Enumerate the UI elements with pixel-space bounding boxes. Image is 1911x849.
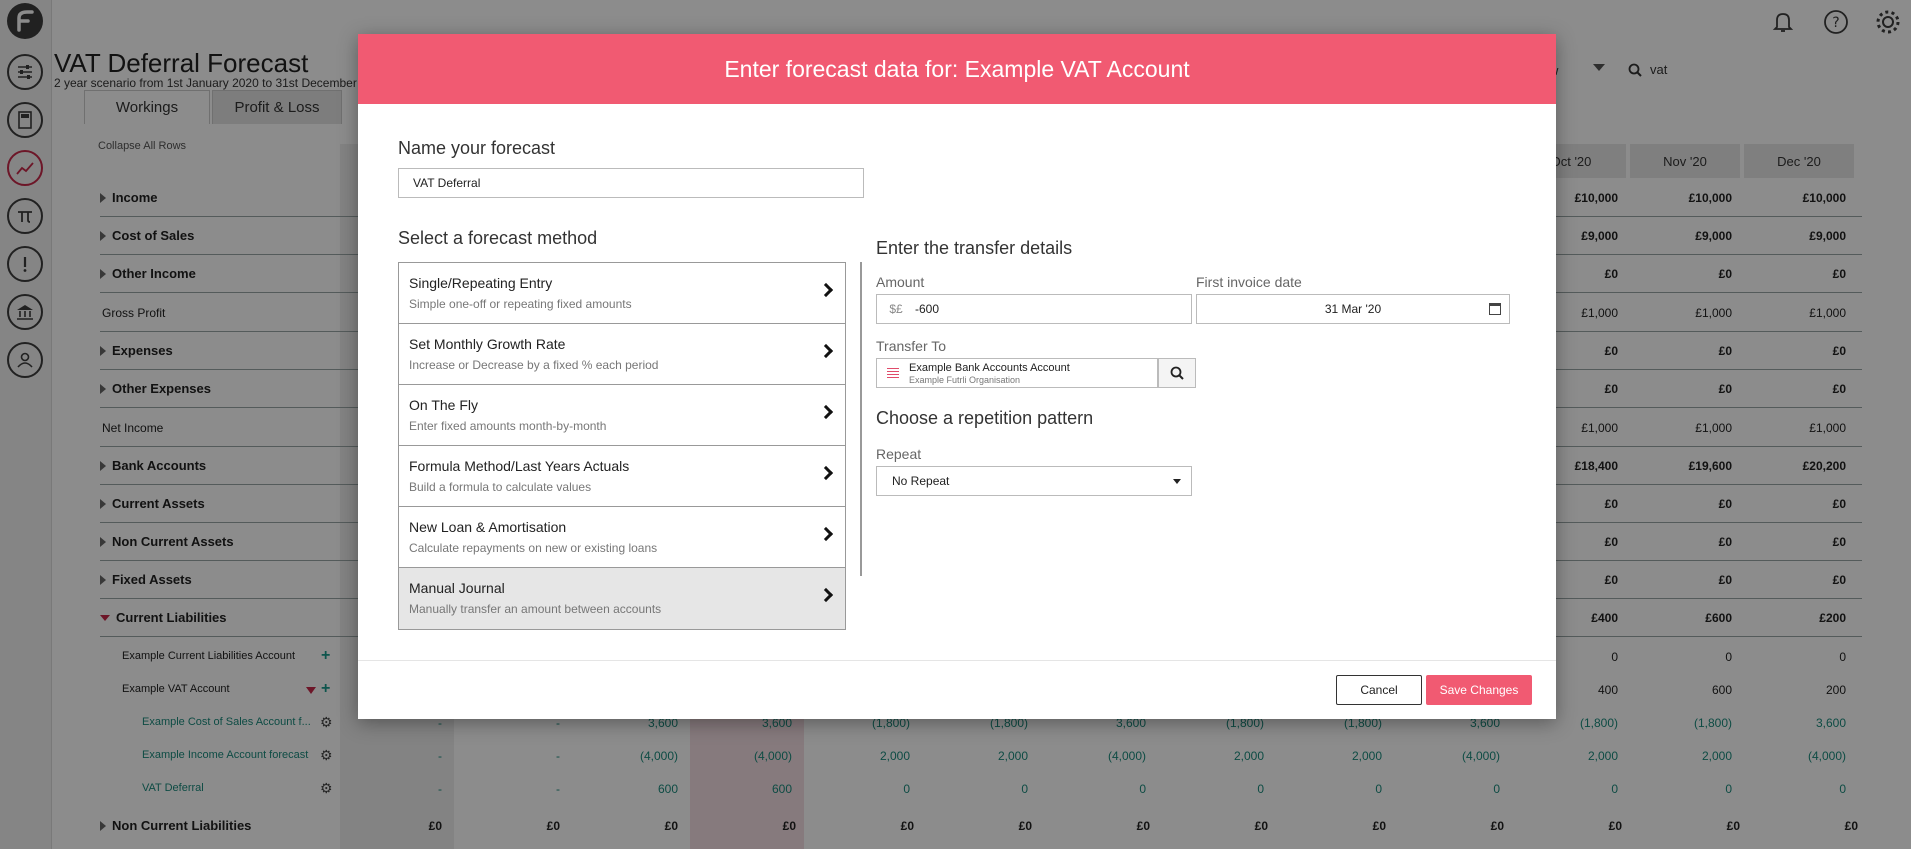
method-title: Single/Repeating Entry <box>409 275 553 291</box>
transfer-to-field[interactable]: Example Bank Accounts Account Example Fu… <box>876 358 1158 388</box>
date-value: 31 Mar '20 <box>1324 302 1382 316</box>
method-manual-journal[interactable]: Manual Journal Manually transfer an amou… <box>399 568 845 629</box>
method-subtitle: Manually transfer an amount between acco… <box>409 602 662 616</box>
currency-symbol: $£ <box>889 302 903 316</box>
first-invoice-date-label: First invoice date <box>1196 274 1302 290</box>
amount-value: -600 <box>915 302 940 316</box>
cancel-button[interactable]: Cancel <box>1336 675 1422 705</box>
footer-divider <box>358 660 1556 661</box>
method-title: Formula Method/Last Years Actuals <box>409 458 630 474</box>
method-title: On The Fly <box>409 397 478 413</box>
transfer-details-title: Enter the transfer details <box>876 238 1073 258</box>
method-title: Manual Journal <box>409 580 505 596</box>
divider <box>860 262 862 576</box>
method-subtitle: Calculate repayments on new or existing … <box>409 541 658 555</box>
amount-label: Amount <box>876 274 925 290</box>
search-icon <box>1170 366 1184 380</box>
save-changes-button[interactable]: Save Changes <box>1426 675 1532 705</box>
method-formula[interactable]: Formula Method/Last Years Actuals Build … <box>399 446 845 507</box>
modal-title: Enter forecast data for: Example VAT Acc… <box>358 34 1556 104</box>
repeat-value: No Repeat <box>892 474 950 488</box>
method-monthly-growth[interactable]: Set Monthly Growth Rate Increase or Decr… <box>399 324 845 385</box>
first-invoice-date-field[interactable]: 31 Mar '20 <box>1196 294 1510 324</box>
transfer-search-button[interactable] <box>1158 358 1196 388</box>
forecast-method-list: Single/Repeating Entry Simple one-off or… <box>398 262 846 630</box>
calendar-icon[interactable] <box>1489 303 1501 315</box>
method-subtitle: Simple one-off or repeating fixed amount… <box>409 297 632 311</box>
transfer-account-name: Example Bank Accounts Account <box>909 361 1070 374</box>
method-single-repeating[interactable]: Single/Repeating Entry Simple one-off or… <box>399 263 845 324</box>
forecast-modal: Enter forecast data for: Example VAT Acc… <box>358 34 1556 719</box>
transfer-to-label: Transfer To <box>876 338 947 354</box>
bank-account-icon <box>887 368 899 378</box>
repetition-pattern-title: Choose a repetition pattern <box>876 408 1094 428</box>
forecast-name-input[interactable] <box>398 168 864 198</box>
repeat-select[interactable]: No Repeat <box>876 466 1192 496</box>
method-title: Set Monthly Growth Rate <box>409 336 566 352</box>
method-on-the-fly[interactable]: On The Fly Enter fixed amounts month-by-… <box>399 385 845 446</box>
repeat-label: Repeat <box>876 446 922 462</box>
caret-down-icon <box>1173 478 1181 484</box>
method-subtitle: Increase or Decrease by a fixed % each p… <box>409 358 659 372</box>
method-title: New Loan & Amortisation <box>409 519 567 535</box>
amount-field[interactable]: $£ -600 <box>876 294 1192 324</box>
forecast-method-label: Select a forecast method <box>398 228 598 248</box>
transfer-org-name: Example Futrli Organisation <box>909 374 1021 385</box>
name-forecast-label: Name your forecast <box>398 138 556 158</box>
method-loan-amortisation[interactable]: New Loan & Amortisation Calculate repaym… <box>399 507 845 568</box>
method-subtitle: Build a formula to calculate values <box>409 480 592 494</box>
method-subtitle: Enter fixed amounts month-by-month <box>409 419 607 433</box>
